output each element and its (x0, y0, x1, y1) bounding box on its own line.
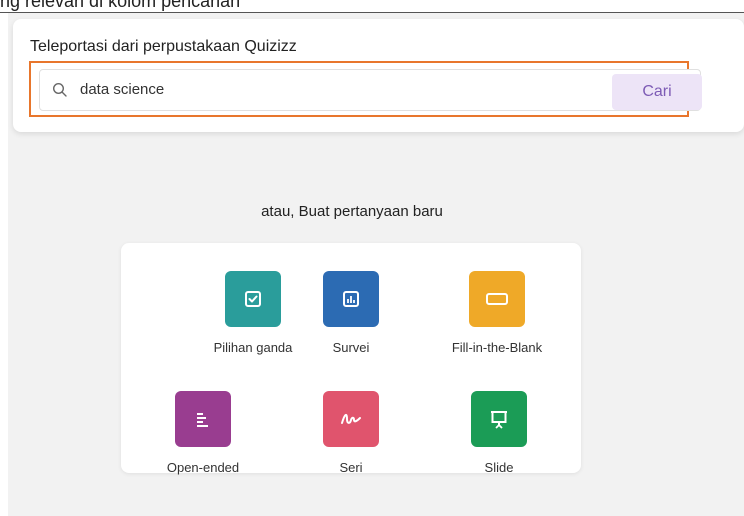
type-label: Survei (332, 340, 370, 355)
search-title: Teleportasi dari perpustakaan Quizizz (30, 38, 297, 55)
type-tile[interactable] (175, 391, 231, 447)
search-input[interactable]: data science (80, 81, 164, 98)
bar-chart-icon (343, 291, 359, 307)
type-tile[interactable] (225, 271, 281, 327)
type-series[interactable]: Seri (281, 391, 421, 475)
text-lines-icon (197, 413, 208, 427)
type-tile[interactable] (323, 271, 379, 327)
type-slide[interactable]: Slide (429, 391, 569, 475)
search-icon (52, 82, 67, 97)
blank-box-icon (486, 293, 508, 305)
search-button[interactable]: Cari (612, 74, 702, 110)
scribble-icon (341, 413, 361, 424)
type-label: Seri (339, 460, 363, 475)
search-field[interactable]: data science Cari (39, 69, 702, 111)
type-label: Open-ended (166, 460, 240, 475)
checkbox-icon (245, 291, 261, 307)
search-highlight: data science Cari (29, 61, 702, 117)
type-tile[interactable] (469, 271, 525, 327)
tutorial-caption: ng relevan di kolom pencarian (0, 0, 241, 11)
presentation-icon (491, 411, 507, 429)
type-tile[interactable] (471, 391, 527, 447)
type-survey[interactable]: Survei (281, 271, 421, 355)
type-label: Fill-in-the-Blank (451, 340, 543, 355)
type-tile[interactable] (323, 391, 379, 447)
type-fill-in-the-blank[interactable]: Fill-in-the-Blank (427, 271, 567, 355)
type-open-ended[interactable]: Open-ended (133, 391, 273, 475)
create-new-prompt: atau, Buat pertanyaan baru (261, 203, 443, 220)
type-label: Slide (484, 460, 514, 475)
question-types-card: Pilihan ganda Survei Fill-in-the-Blank O… (121, 243, 581, 475)
